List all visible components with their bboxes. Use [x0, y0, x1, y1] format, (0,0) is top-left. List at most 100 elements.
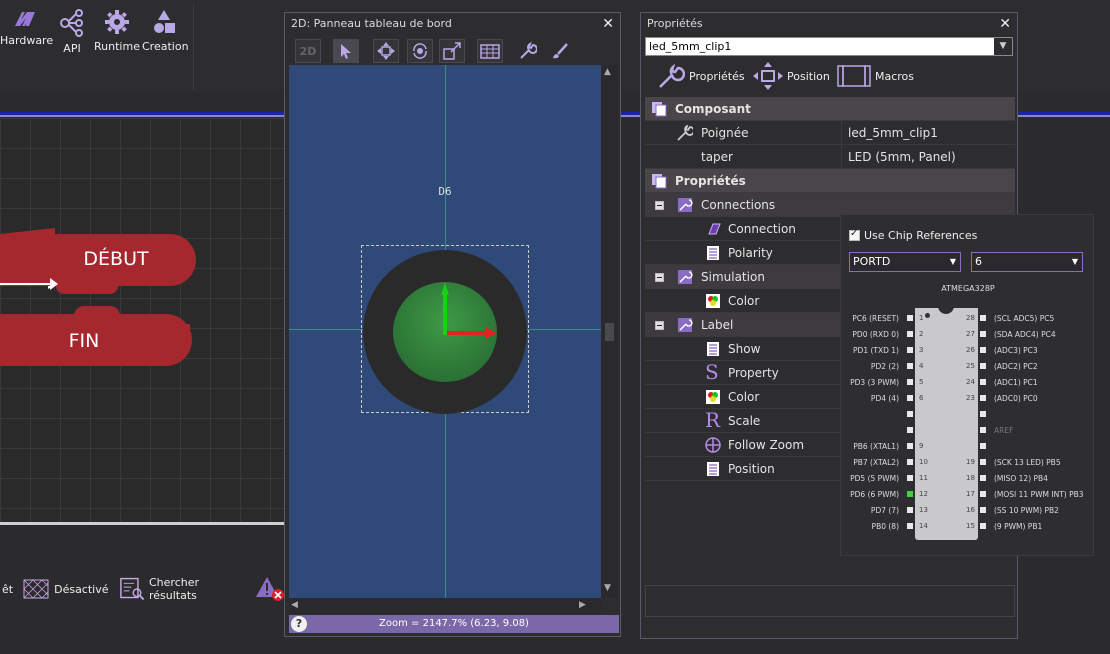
- object-selector[interactable]: led_5mm_clip1 ▼: [645, 37, 1013, 56]
- tab-position[interactable]: Position: [753, 62, 830, 90]
- prop-label: Color: [728, 294, 760, 308]
- chip-pin-right[interactable]: [980, 459, 986, 465]
- select-tool-button[interactable]: [333, 39, 359, 63]
- prop-label: Scale: [728, 414, 761, 428]
- close-icon[interactable]: ✕: [999, 13, 1011, 35]
- scroll-thumb[interactable]: [605, 323, 614, 341]
- runtime-button[interactable]: Runtime: [94, 8, 140, 53]
- chip-pin-left[interactable]: [907, 459, 913, 465]
- creation-button[interactable]: Creation: [142, 8, 189, 53]
- chip-pin-right[interactable]: [980, 395, 986, 401]
- chip-pin-label: (SCL ADC5) PC5: [994, 314, 1055, 323]
- chip-pin-left[interactable]: [907, 315, 913, 321]
- category-properties[interactable]: Propriétés: [645, 169, 1015, 193]
- chip-pin-left[interactable]: [907, 347, 913, 353]
- chip-pin-right[interactable]: [980, 475, 986, 481]
- chip-pin-right[interactable]: [980, 491, 986, 497]
- checkbox-checked-icon[interactable]: [849, 228, 860, 241]
- chip-pin-left[interactable]: [907, 379, 913, 385]
- chip-pin-number: 13: [919, 506, 928, 514]
- chip-pin-left[interactable]: [907, 395, 913, 401]
- port-select[interactable]: PORTD ▼: [849, 252, 961, 272]
- tab-macros[interactable]: Macros: [837, 63, 914, 89]
- wrench-page-icon: [678, 318, 693, 332]
- search-results-icon: [119, 577, 144, 601]
- chip-pin-label: PD5 (5 PWM): [850, 474, 899, 483]
- chip-pin-right[interactable]: [980, 443, 986, 449]
- brush-tool-button[interactable]: [547, 39, 573, 63]
- prop-value[interactable]: led_5mm_clip1: [841, 121, 1015, 145]
- close-icon[interactable]: ✕: [602, 13, 614, 35]
- chip-pin-left[interactable]: [907, 523, 913, 529]
- grid-tool-button[interactable]: [477, 39, 503, 63]
- chip-pin-label: (ADC2) PC2: [994, 362, 1038, 371]
- chip-pin-right[interactable]: [980, 331, 986, 337]
- chip-pin-left[interactable]: [907, 491, 913, 497]
- move-tool-button[interactable]: [373, 39, 399, 63]
- pages-icon: [652, 102, 667, 117]
- api-button[interactable]: API: [56, 8, 88, 55]
- scroll-left-icon[interactable]: ◀: [291, 600, 298, 610]
- pages-icon: [652, 174, 667, 189]
- chip-pin-number: 23: [966, 394, 975, 402]
- collapse-icon[interactable]: [655, 273, 664, 282]
- search-results-button[interactable]: Chercher résultats: [119, 576, 246, 602]
- chip-pin-number: 18: [966, 474, 975, 482]
- list-icon: [707, 246, 719, 260]
- collapse-icon[interactable]: [655, 321, 664, 330]
- chip-pin-right[interactable]: [980, 411, 986, 417]
- chip-pin-right[interactable]: [980, 379, 986, 385]
- chip-pin-right[interactable]: [980, 363, 986, 369]
- chip-pin-right[interactable]: [980, 427, 986, 433]
- ribbon-separator: [193, 4, 194, 90]
- disabled-label: Désactivé: [54, 582, 109, 596]
- chip-pin-left[interactable]: [907, 427, 913, 433]
- chip-pin-right[interactable]: [980, 315, 986, 321]
- bottom-left-fragment: êt: [2, 582, 14, 596]
- chevron-down-icon[interactable]: ▼: [994, 38, 1012, 55]
- wrench-tool-button[interactable]: [515, 39, 541, 63]
- tab-properties[interactable]: Propriétés: [657, 63, 745, 89]
- collapse-icon[interactable]: [655, 201, 664, 210]
- hardware-button[interactable]: Hardware: [0, 8, 53, 47]
- scroll-up-icon[interactable]: ▲: [604, 67, 611, 77]
- runtime-label: Runtime: [94, 40, 140, 53]
- horizontal-scrollbar[interactable]: ◀ ▶: [289, 598, 601, 614]
- chip-pin-left[interactable]: [907, 363, 913, 369]
- prop-value[interactable]: LED (5mm, Panel): [841, 145, 1015, 169]
- chip-pin-number: 17: [966, 490, 975, 498]
- chip-pin-number: 10: [919, 458, 928, 466]
- help-icon[interactable]: ?: [291, 616, 307, 632]
- chip-pin-right[interactable]: [980, 523, 986, 529]
- scroll-right-icon[interactable]: ▶: [579, 600, 586, 610]
- chip-pin-left[interactable]: [907, 411, 913, 417]
- rotate-tool-button[interactable]: [407, 39, 433, 63]
- transform-gizmo[interactable]: [435, 275, 497, 345]
- prop-type[interactable]: taper LED (5mm, Panel): [645, 145, 1015, 169]
- chip-pin-right[interactable]: [980, 507, 986, 513]
- scale-tool-button[interactable]: [439, 39, 465, 63]
- workspace-bottom-border: [0, 522, 285, 525]
- view-2d-button[interactable]: 2D: [295, 39, 321, 63]
- chip-pin-label: PD6 (6 PWM): [850, 490, 899, 499]
- category-component[interactable]: Composant: [645, 97, 1015, 121]
- chip-pin-right[interactable]: [980, 347, 986, 353]
- chip-pin-left[interactable]: [907, 443, 913, 449]
- prop-label: Connection: [728, 222, 796, 236]
- scroll-down-icon[interactable]: ▼: [604, 583, 611, 593]
- disabled-button[interactable]: Désactivé: [23, 579, 109, 599]
- 2d-canvas[interactable]: D6: [289, 65, 601, 598]
- chip-pin-left[interactable]: [907, 331, 913, 337]
- chip-pin-label: AREF: [994, 426, 1014, 435]
- chip-pin-left[interactable]: [907, 507, 913, 513]
- use-chip-references-checkbox[interactable]: Use Chip References: [849, 228, 977, 242]
- zoom-status-bar: ? Zoom = 2147.7% (6.23, 9.08): [289, 615, 619, 633]
- prop-handle[interactable]: Poignée led_5mm_clip1: [645, 121, 1015, 145]
- warning-error-icon[interactable]: [255, 575, 285, 604]
- vertical-scrollbar[interactable]: ▲ ▼: [601, 65, 618, 598]
- flowchart-workspace[interactable]: DÉBUT FIN: [0, 118, 285, 523]
- start-label: DÉBUT: [83, 248, 149, 270]
- chip-pin-left[interactable]: [907, 475, 913, 481]
- bit-select[interactable]: 6 ▼: [971, 252, 1083, 272]
- chip-pin-number: 5: [919, 378, 924, 386]
